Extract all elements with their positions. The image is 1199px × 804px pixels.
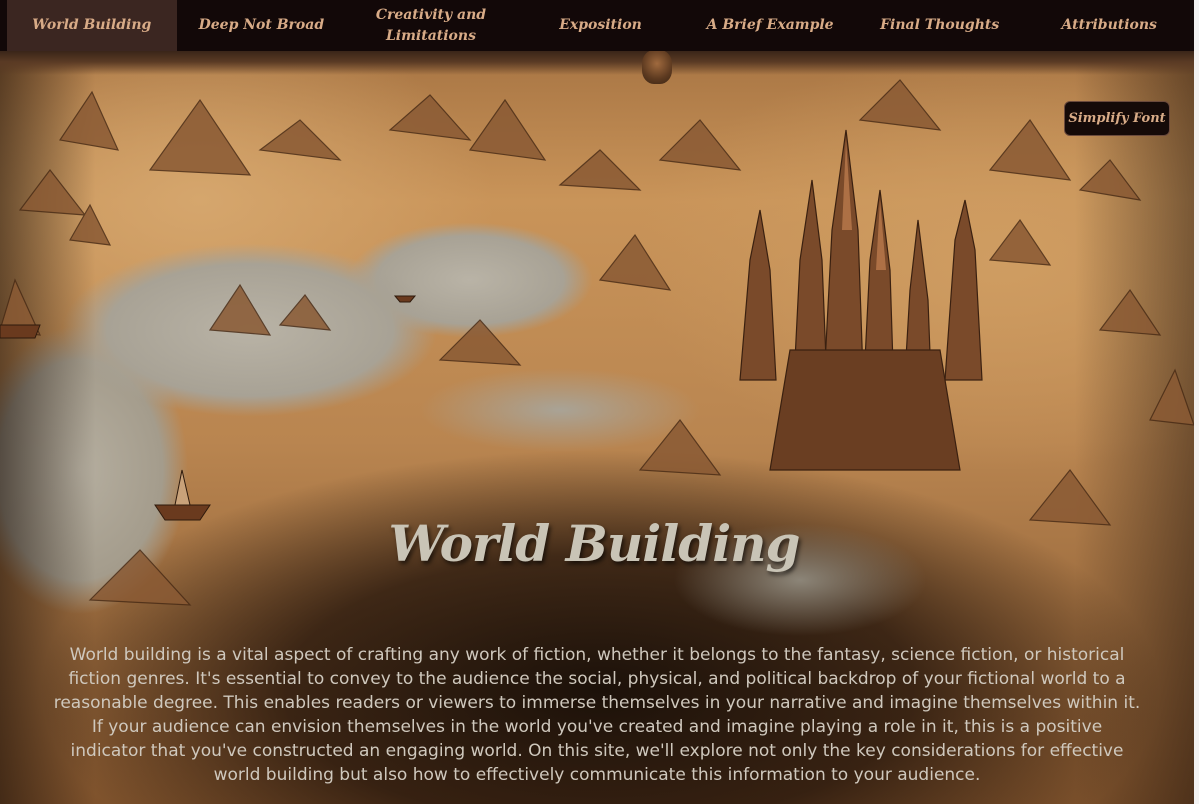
nav-item-world-building[interactable]: World Building — [7, 0, 177, 51]
nav-item-exposition[interactable]: Exposition — [516, 0, 686, 51]
nav-item-attributions[interactable]: Attributions — [1024, 0, 1194, 51]
nav-item-creativity-and-limitations[interactable]: Creativity and Limitations — [346, 0, 516, 51]
page-title: World Building — [0, 514, 1194, 573]
top-navigation: World Building Deep Not Broad Creativity… — [0, 0, 1194, 51]
window-edge — [1194, 0, 1199, 804]
nav-item-deep-not-broad[interactable]: Deep Not Broad — [177, 0, 347, 51]
wood-knot-ornament — [642, 50, 672, 84]
intro-paragraph: World building is a vital aspect of craf… — [53, 645, 1141, 785]
wooden-map-frame — [0, 51, 1194, 75]
page-title-text: World Building — [388, 514, 801, 573]
simplify-font-button[interactable]: Simplify Font — [1064, 101, 1170, 136]
nav-item-final-thoughts[interactable]: Final Thoughts — [855, 0, 1025, 51]
nav-item-a-brief-example[interactable]: A Brief Example — [685, 0, 855, 51]
